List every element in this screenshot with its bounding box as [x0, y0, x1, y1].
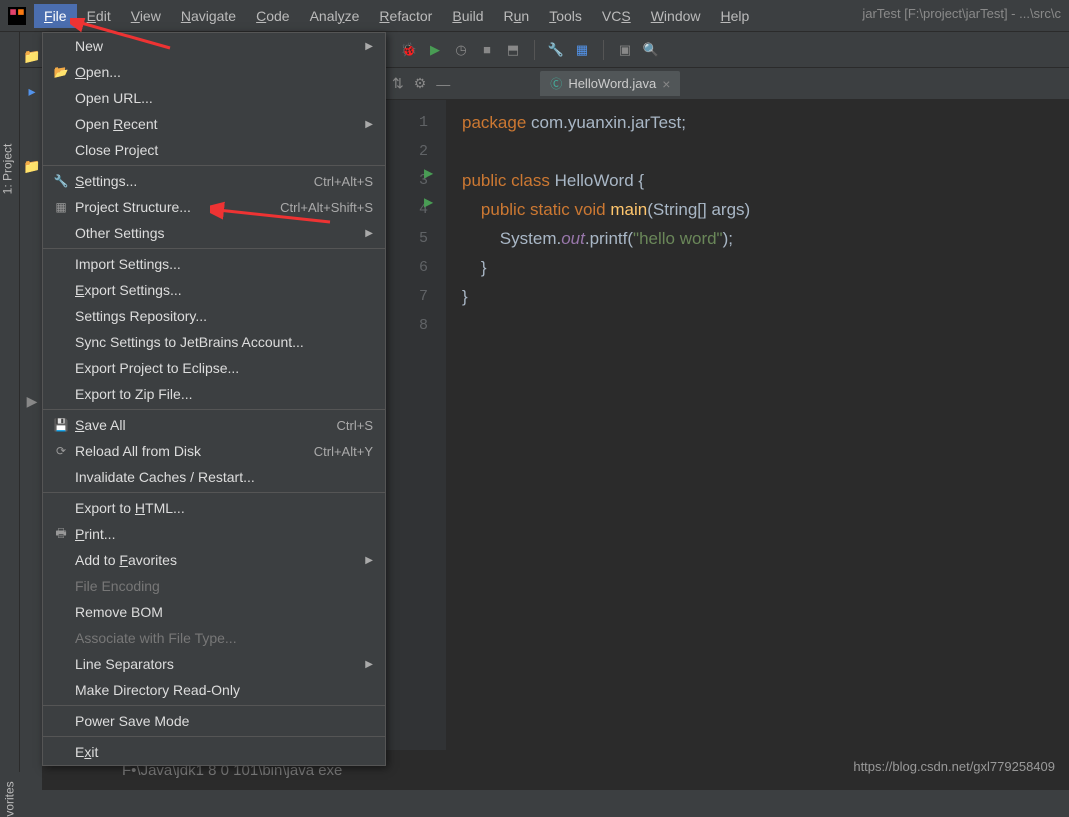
menu-tools[interactable]: Tools	[539, 4, 592, 28]
tab-filename: HelloWord.java	[568, 76, 656, 91]
wrench-icon[interactable]: 🔧	[547, 41, 565, 59]
watermark: https://blog.csdn.net/gxl779258409	[853, 759, 1055, 774]
menu-view[interactable]: View	[121, 4, 171, 28]
menu-item-add-to-favorites[interactable]: Add to Favorites▶	[43, 547, 385, 573]
line-number: 2	[386, 137, 446, 166]
menu-separator	[43, 248, 385, 249]
menu-item-export-to-html[interactable]: Export to HTML...	[43, 495, 385, 521]
folder-j-icon[interactable]: ▸	[28, 83, 35, 100]
menu-refactor[interactable]: Refactor	[369, 4, 442, 28]
menu-item-remove-bom[interactable]: Remove BOM	[43, 599, 385, 625]
menu-window[interactable]: Window	[641, 4, 711, 28]
menu-separator	[43, 705, 385, 706]
code-line: public class HelloWord {	[462, 166, 750, 195]
search-icon[interactable]: 🔍	[642, 41, 660, 59]
favorites-toolwindow-tab[interactable]: vorites	[3, 781, 17, 816]
line-number: 5	[386, 224, 446, 253]
menu-separator	[43, 492, 385, 493]
menu-item-power-save-mode[interactable]: Power Save Mode	[43, 708, 385, 734]
menu-item-export-project-to-eclipse[interactable]: Export Project to Eclipse...	[43, 355, 385, 381]
code-line: System.out.printf("hello word");	[462, 224, 750, 253]
menu-analyze[interactable]: Analyze	[300, 4, 370, 28]
run-coverage-icon[interactable]: ▶	[426, 41, 444, 59]
menu-item-open-url[interactable]: Open URL...	[43, 85, 385, 111]
code-line	[462, 137, 750, 166]
run-gutter-icon[interactable]: ▶	[424, 166, 433, 180]
menu-edit[interactable]: Edit	[77, 4, 121, 28]
code-line: package com.yuanxin.jarTest;	[462, 108, 750, 137]
attach-icon[interactable]: ⬒	[504, 41, 522, 59]
menu-item-open-recent[interactable]: Open Recent▶	[43, 111, 385, 137]
menu-item-reload-all-from-disk[interactable]: ⟳Reload All from DiskCtrl+Alt+Y	[43, 438, 385, 464]
menu-item-invalidate-caches-restart[interactable]: Invalidate Caches / Restart...	[43, 464, 385, 490]
app-icon	[8, 7, 26, 25]
menu-item-export-to-zip-file[interactable]: Export to Zip File...	[43, 381, 385, 407]
menu-separator	[43, 736, 385, 737]
run-anything-icon[interactable]: ▣	[616, 41, 634, 59]
project-structure-icon[interactable]: ▦	[573, 41, 591, 59]
menubar: FileEditViewNavigateCodeAnalyzeRefactorB…	[0, 0, 1069, 32]
line-number: 3	[386, 166, 446, 195]
menu-file[interactable]: File	[34, 4, 77, 28]
line-number: 8	[386, 311, 446, 340]
folder-icon[interactable]: 📁	[23, 158, 40, 175]
menu-item-save-all[interactable]: 💾Save AllCtrl+S	[43, 412, 385, 438]
gutter: ▶ ▶ 12345678	[386, 100, 446, 750]
line-number: 6	[386, 253, 446, 282]
line-number: 1	[386, 108, 446, 137]
bug-icon[interactable]: 🐞	[400, 41, 418, 59]
gear-icon[interactable]: ⚙	[414, 75, 427, 92]
menu-item-associate-with-file-type: Associate with File Type...	[43, 625, 385, 651]
folder-icon[interactable]: 📁	[23, 48, 40, 65]
separator	[534, 40, 535, 60]
run-gutter-icon[interactable]: ▶	[424, 195, 433, 209]
code-editor[interactable]: ▶ ▶ 12345678 package com.yuanxin.jarTest…	[386, 100, 1069, 750]
menu-item-line-separators[interactable]: Line Separators▶	[43, 651, 385, 677]
menu-item-sync-settings-to-jetbrains-account[interactable]: Sync Settings to JetBrains Account...	[43, 329, 385, 355]
menu-item-new[interactable]: New▶	[43, 33, 385, 59]
minimize-icon[interactable]: —	[436, 76, 450, 92]
menu-build[interactable]: Build	[442, 4, 493, 28]
line-number: 7	[386, 282, 446, 311]
code-line: public static void main(String[] args)	[462, 195, 750, 224]
menu-item-export-settings[interactable]: Export Settings...	[43, 277, 385, 303]
menu-separator	[43, 409, 385, 410]
window-title: jarTest [F:\project\jarTest] - ...\src\c	[862, 6, 1061, 21]
menu-run[interactable]: Run	[494, 4, 540, 28]
profile-icon[interactable]: ◷	[452, 41, 470, 59]
close-tab-icon[interactable]: ×	[662, 76, 670, 92]
editor-panel-bar: ⇅ ⚙ — Ⓒ HelloWord.java ×	[386, 68, 1069, 100]
project-toolwindow-tab[interactable]: 1: Project	[0, 144, 14, 195]
menu-item-import-settings[interactable]: Import Settings...	[43, 251, 385, 277]
code-line: }	[462, 253, 750, 282]
menu-item-print[interactable]: 🖶Print...	[43, 521, 385, 547]
separator	[603, 40, 604, 60]
code-line	[462, 311, 750, 340]
editor-tab[interactable]: Ⓒ HelloWord.java ×	[540, 71, 680, 96]
menu-item-other-settings[interactable]: Other Settings▶	[43, 220, 385, 246]
menu-item-settings-repository[interactable]: Settings Repository...	[43, 303, 385, 329]
left-toolwindow-strip: 1: Project vorites	[0, 32, 20, 772]
play-icon[interactable]: ▶	[27, 393, 38, 410]
code-line: }	[462, 282, 750, 311]
line-number: 4	[386, 195, 446, 224]
menu-help[interactable]: Help	[711, 4, 760, 28]
side-icons: 📁 ▸ 📁 ▶	[20, 40, 44, 410]
menu-navigate[interactable]: Navigate	[171, 4, 246, 28]
menu-item-file-encoding: File Encoding	[43, 573, 385, 599]
menu-item-close-project[interactable]: Close Project	[43, 137, 385, 163]
file-menu-dropdown: New▶📂Open...Open URL...Open Recent▶Close…	[42, 32, 386, 766]
java-class-icon: Ⓒ	[550, 75, 562, 92]
menu-item-make-directory-read-only[interactable]: Make Directory Read-Only	[43, 677, 385, 703]
menu-code[interactable]: Code	[246, 4, 299, 28]
stop-icon[interactable]: ■	[478, 41, 496, 59]
sort-icon[interactable]: ⇅	[392, 75, 404, 92]
menu-item-exit[interactable]: Exit	[43, 739, 385, 765]
menu-vcs[interactable]: VCS	[592, 4, 641, 28]
menu-item-open[interactable]: 📂Open...	[43, 59, 385, 85]
menu-item-settings[interactable]: 🔧Settings...Ctrl+Alt+S	[43, 168, 385, 194]
menu-separator	[43, 165, 385, 166]
menu-item-project-structure[interactable]: ▦Project Structure...Ctrl+Alt+Shift+S	[43, 194, 385, 220]
code-content: package com.yuanxin.jarTest; public clas…	[462, 108, 750, 340]
